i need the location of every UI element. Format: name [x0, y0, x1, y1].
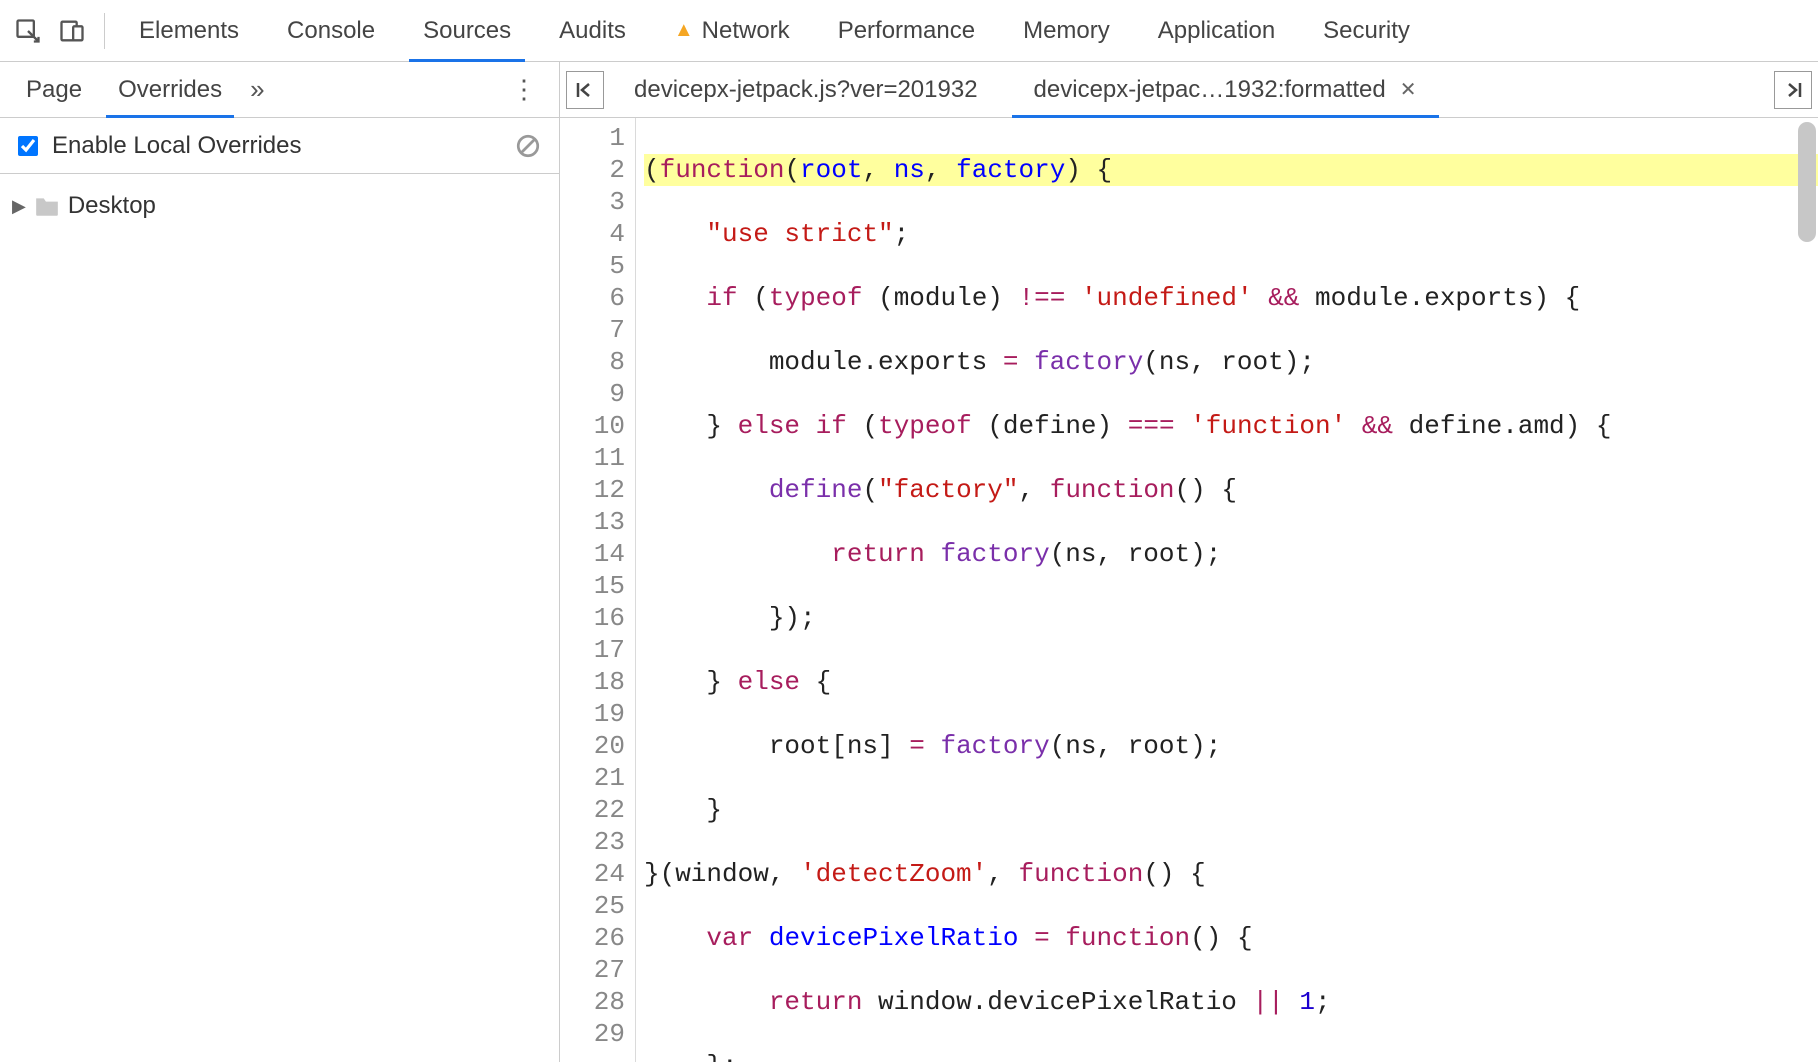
line-number: 27: [560, 954, 625, 986]
code-line: });: [644, 602, 1818, 634]
toolbar-separator: [104, 13, 105, 49]
line-number: 15: [560, 570, 625, 602]
line-number: 8: [560, 346, 625, 378]
line-number: 17: [560, 634, 625, 666]
code-line: }: [644, 794, 1818, 826]
devtools-toolbar: Elements Console Sources Audits ▲ Networ…: [0, 0, 1818, 62]
tab-audits[interactable]: Audits: [537, 0, 648, 61]
line-number: 23: [560, 826, 625, 858]
line-number: 24: [560, 858, 625, 890]
line-number: 20: [560, 730, 625, 762]
line-number: 10: [560, 410, 625, 442]
line-number: 9: [560, 378, 625, 410]
sidebar-tab-page[interactable]: Page: [8, 62, 100, 117]
tab-performance[interactable]: Performance: [816, 0, 997, 61]
editor-pane: devicepx-jetpack.js?ver=201932 devicepx-…: [560, 62, 1818, 1062]
code-content[interactable]: (function(root, ns, factory) { "use stri…: [636, 118, 1818, 1062]
file-tab-formatted[interactable]: devicepx-jetpac…1932:formatted ✕: [1008, 62, 1443, 117]
code-line: define("factory", function() {: [644, 474, 1818, 506]
line-number: 2: [560, 154, 625, 186]
line-number: 6: [560, 282, 625, 314]
tab-console[interactable]: Console: [265, 0, 397, 61]
code-line: } else if (typeof (define) === 'function…: [644, 410, 1818, 442]
vertical-scrollbar[interactable]: [1798, 122, 1816, 242]
line-number: 28: [560, 986, 625, 1018]
code-line: (function(root, ns, factory) {: [644, 154, 1818, 186]
tab-memory[interactable]: Memory: [1001, 0, 1132, 61]
line-number: 4: [560, 218, 625, 250]
code-line: return window.devicePixelRatio || 1;: [644, 986, 1818, 1018]
line-number: 5: [560, 250, 625, 282]
line-number: 1: [560, 122, 625, 154]
device-toolbar-icon[interactable]: [52, 11, 92, 51]
sidebar-tab-overrides[interactable]: Overrides: [100, 62, 240, 117]
tree-folder-desktop[interactable]: ▶ Desktop: [8, 186, 551, 226]
line-number: 21: [560, 762, 625, 794]
line-number: 7: [560, 314, 625, 346]
line-number: 26: [560, 922, 625, 954]
line-number: 14: [560, 538, 625, 570]
sources-sidebar: Page Overrides » ⋮ Enable Local Override…: [0, 62, 560, 1062]
filesystem-tree: ▶ Desktop: [0, 174, 559, 238]
code-line: if (typeof (module) !== 'undefined' && m…: [644, 282, 1818, 314]
code-line: root[ns] = factory(ns, root);: [644, 730, 1818, 762]
nav-forward-icon[interactable]: [1774, 71, 1812, 109]
line-number: 25: [560, 890, 625, 922]
inspect-element-icon[interactable]: [8, 11, 48, 51]
code-line: "use strict";: [644, 218, 1818, 250]
line-number: 3: [560, 186, 625, 218]
tab-security[interactable]: Security: [1301, 0, 1432, 61]
line-number: 13: [560, 506, 625, 538]
line-number: 12: [560, 474, 625, 506]
line-number: 29: [560, 1018, 625, 1050]
enable-overrides-checkbox[interactable]: [18, 136, 38, 156]
enable-overrides-label: Enable Local Overrides: [52, 132, 301, 160]
file-tab-original[interactable]: devicepx-jetpack.js?ver=201932: [608, 62, 1004, 117]
sidebar-tabs: Page Overrides » ⋮: [0, 62, 559, 118]
code-line: var devicePixelRatio = function() {: [644, 922, 1818, 954]
caret-right-icon: ▶: [12, 196, 26, 217]
line-number-gutter: 1234567891011121314151617181920212223242…: [560, 118, 636, 1062]
clear-overrides-icon[interactable]: [515, 133, 541, 159]
sidebar-more-tabs-icon[interactable]: »: [240, 74, 274, 105]
enable-overrides-row: Enable Local Overrides: [0, 118, 559, 174]
nav-back-icon[interactable]: [566, 71, 604, 109]
sidebar-menu-icon[interactable]: ⋮: [497, 74, 551, 105]
line-number: 18: [560, 666, 625, 698]
line-number: 19: [560, 698, 625, 730]
file-tab-bar: devicepx-jetpack.js?ver=201932 devicepx-…: [560, 62, 1818, 118]
tab-sources[interactable]: Sources: [401, 0, 533, 61]
folder-icon: [34, 195, 60, 217]
line-number: 16: [560, 602, 625, 634]
code-line: return factory(ns, root);: [644, 538, 1818, 570]
warning-icon: ▲: [674, 19, 694, 42]
code-line: };: [644, 1050, 1818, 1062]
code-line: module.exports = factory(ns, root);: [644, 346, 1818, 378]
tab-application[interactable]: Application: [1136, 0, 1297, 61]
code-line: } else {: [644, 666, 1818, 698]
close-tab-icon[interactable]: ✕: [1400, 77, 1417, 102]
tree-folder-label: Desktop: [68, 192, 156, 220]
tab-network[interactable]: ▲ Network: [652, 0, 812, 61]
code-viewer[interactable]: 1234567891011121314151617181920212223242…: [560, 118, 1818, 1062]
line-number: 22: [560, 794, 625, 826]
code-line: }(window, 'detectZoom', function() {: [644, 858, 1818, 890]
line-number: 11: [560, 442, 625, 474]
tab-elements[interactable]: Elements: [117, 0, 261, 61]
